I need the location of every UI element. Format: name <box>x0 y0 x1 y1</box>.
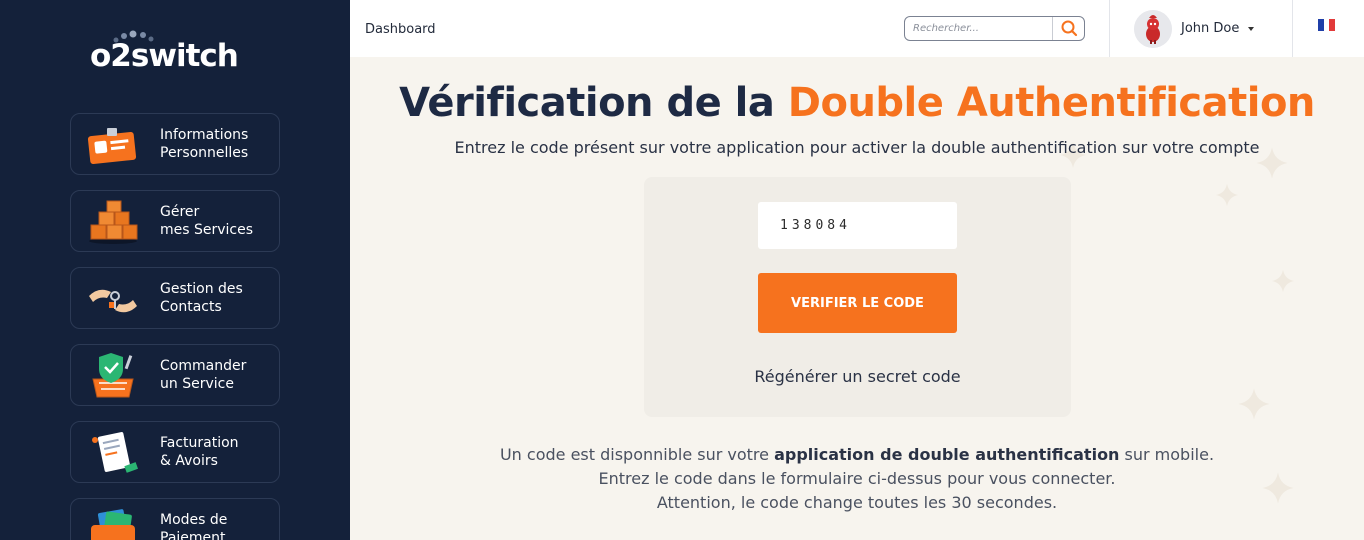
shopping-basket-shield-icon <box>92 353 134 398</box>
handshake-keys-icon <box>89 289 137 313</box>
avatar-character-icon <box>1134 10 1172 48</box>
sidebar-item-label: Paiement <box>160 530 226 540</box>
search-icon <box>1061 20 1078 37</box>
page-subtitle: Entrez le code présent sur votre applica… <box>454 138 1260 157</box>
sidebar-item-label: Commander <box>160 358 247 374</box>
sparkle-decoration-icon <box>1215 183 1239 207</box>
avatar[interactable] <box>1134 10 1172 48</box>
info-line-3: Attention, le code change toutes les 30 … <box>656 493 1058 512</box>
verification-code-input[interactable] <box>758 202 957 249</box>
top-bar: Dashboard John Doe <box>350 0 1364 57</box>
title-text: Vérification de la <box>399 80 788 126</box>
sidebar-item-informations-personnelles[interactable]: Informations Personnelles <box>70 113 280 175</box>
info-text-part: Un code est disponnible sur votre <box>499 445 775 464</box>
title-accent-text: Double Authentification <box>787 80 1316 126</box>
info-text-bold: application de double authentification <box>774 445 1120 464</box>
sidebar-item-gestion-contacts[interactable]: Gestion des Contacts <box>70 267 280 329</box>
search-input[interactable] <box>913 20 1048 37</box>
verify-code-button[interactable]: VERIFIER LE CODE <box>758 273 957 333</box>
sparkle-decoration-icon <box>1238 388 1270 420</box>
info-text: Un code est disponnible sur votre applic… <box>350 443 1364 515</box>
user-name[interactable]: John Doe <box>1181 21 1239 36</box>
sidebar-item-modes-paiement[interactable]: Modes de Paiement <box>70 498 280 540</box>
regenerate-secret-link[interactable]: Régénérer un secret code <box>644 367 1071 386</box>
fr-flag-icon[interactable] <box>1318 19 1336 31</box>
breadcrumb-dashboard[interactable]: Dashboard <box>365 22 436 37</box>
logo-text: o2switch <box>90 38 239 74</box>
sidebar-item-commander-service[interactable]: Commander un Service <box>70 344 280 406</box>
divider <box>1292 0 1293 57</box>
chevron-down-icon[interactable] <box>1248 27 1254 31</box>
sidebar-item-label: Gestion des <box>160 281 243 297</box>
sparkle-decoration-icon <box>1271 269 1295 293</box>
sidebar-item-label: Gérer <box>160 204 200 220</box>
search-button[interactable] <box>1052 17 1084 40</box>
sidebar-item-label: Modes de <box>160 512 228 528</box>
divider <box>1109 0 1110 57</box>
invoice-icon <box>92 432 139 473</box>
search-box <box>904 16 1085 41</box>
sidebar-item-label: un Service <box>160 376 234 392</box>
sidebar-item-label: mes Services <box>160 222 254 238</box>
info-line-1: Un code est disponnible sur votre applic… <box>350 443 1364 467</box>
sidebar-item-label: Personnelles <box>160 145 249 161</box>
sidebar-item-facturation-avoirs[interactable]: Facturation & Avoirs <box>70 421 280 483</box>
page-title: Vérification de la Double Authentificati… <box>350 80 1364 126</box>
id-card-icon <box>87 128 137 165</box>
o2switch-logo[interactable]: o2switch <box>90 30 270 76</box>
sidebar-item-label: Facturation <box>160 435 239 451</box>
boxes-icon <box>89 200 138 244</box>
sidebar-item-label: & Avoirs <box>160 453 218 469</box>
sidebar: o2switch Informations Personnelles Gérer <box>0 0 350 540</box>
wallet-cards-icon <box>91 509 135 540</box>
info-text-part: sur mobile. <box>1119 445 1215 464</box>
sidebar-item-label: Contacts <box>160 299 222 315</box>
info-line-2: Entrez le code dans le formulaire ci-des… <box>598 469 1116 488</box>
sidebar-item-gerer-services[interactable]: Gérer mes Services <box>70 190 280 252</box>
sidebar-item-label: Informations <box>160 127 249 143</box>
